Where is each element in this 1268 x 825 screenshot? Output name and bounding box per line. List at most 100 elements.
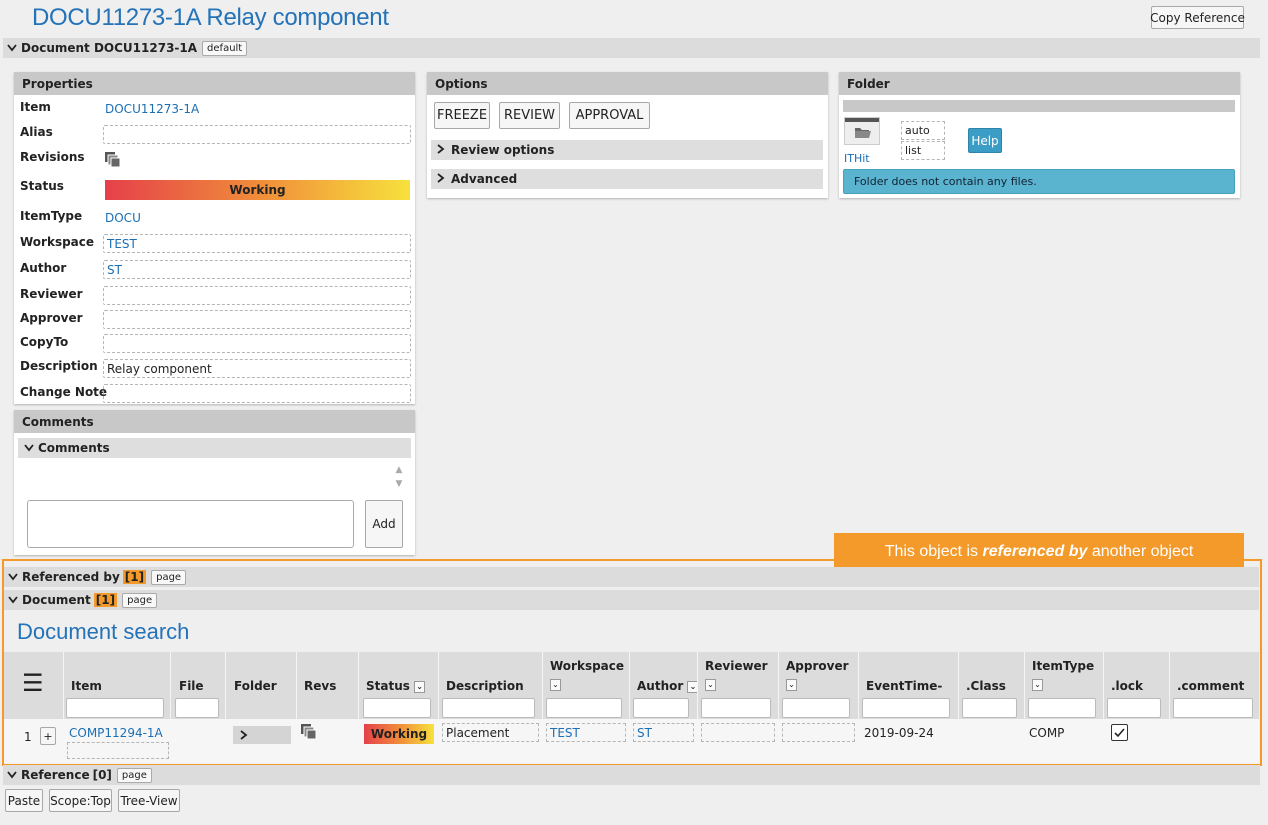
search-table-header: ☰ Item File Folder Revs Status ⌄ Descrip…	[4, 652, 1259, 719]
col-class[interactable]: .Class	[966, 679, 1006, 693]
referenced-by-count: [1]	[122, 570, 147, 584]
dropdown-icon[interactable]: ⌄	[550, 679, 561, 691]
folder-title: Folder	[839, 72, 1240, 95]
copyto-field[interactable]	[103, 334, 411, 353]
status-bar[interactable]: Working	[105, 180, 410, 200]
row-workspace-field[interactable]: TEST	[546, 723, 626, 742]
filter-lock[interactable]	[1107, 698, 1161, 718]
col-approver[interactable]: Approver	[786, 659, 849, 673]
row-description-field[interactable]: Placement	[442, 723, 539, 742]
document-section-bar[interactable]: Document DOCU11273-1A default	[3, 38, 1260, 58]
add-comment-button[interactable]: Add	[365, 500, 403, 548]
filter-author[interactable]	[633, 698, 689, 718]
filter-workspace[interactable]	[546, 698, 622, 718]
col-author-label: Author	[637, 679, 684, 693]
comments-sub-bar[interactable]: Comments	[18, 438, 411, 458]
document-ref-bar[interactable]: Document [1] page	[4, 590, 1259, 610]
referenced-by-bar[interactable]: Referenced by [1] page	[4, 567, 1259, 587]
dropdown-icon[interactable]: ⌄	[786, 679, 797, 691]
col-eventtime[interactable]: EventTime-	[866, 679, 942, 693]
reviewer-field[interactable]	[103, 286, 411, 305]
filter-status[interactable]	[363, 698, 431, 718]
row-item-alias-field[interactable]	[67, 742, 169, 759]
copy-reference-button[interactable]: Copy Reference	[1150, 6, 1245, 29]
filter-file[interactable]	[175, 698, 219, 718]
filter-eventtime[interactable]	[862, 698, 950, 718]
col-comment[interactable]: .comment	[1177, 679, 1244, 693]
folder-icon[interactable]	[844, 117, 880, 145]
row-lock-checkbox[interactable]	[1111, 724, 1128, 741]
item-link[interactable]: DOCU11273-1A	[105, 102, 199, 116]
view-auto-option[interactable]: auto	[901, 121, 945, 140]
col-revs[interactable]: Revs	[304, 679, 336, 693]
reference-bar[interactable]: Reference [0] page	[3, 765, 1260, 785]
filter-comment[interactable]	[1173, 698, 1253, 718]
itemtype-link[interactable]: DOCU	[105, 211, 141, 225]
col-reviewer[interactable]: Reviewer	[705, 659, 768, 673]
row-folder-button[interactable]	[233, 726, 291, 744]
scope-top-button[interactable]: Scope:Top	[49, 789, 112, 812]
referenced-by-page-tag[interactable]: page	[151, 569, 187, 585]
col-lock[interactable]: .lock	[1111, 679, 1143, 693]
options-title: Options	[427, 72, 828, 95]
table-row[interactable]: 1 + COMP11294-1A Working Placement TEST …	[4, 719, 1259, 763]
review-button[interactable]: REVIEW	[499, 102, 560, 129]
prop-label-alias: Alias	[20, 125, 53, 139]
row-item-link[interactable]: COMP11294-1A	[69, 726, 163, 740]
col-file[interactable]: File	[179, 679, 204, 693]
comments-scrollbar[interactable]: ▲ ▼	[392, 463, 406, 495]
approver-field[interactable]	[103, 310, 411, 329]
workspace-field[interactable]: TEST	[103, 234, 411, 253]
col-workspace[interactable]: Workspace	[550, 659, 624, 673]
reference-page-tag[interactable]: page	[116, 767, 152, 783]
paste-button[interactable]: Paste	[5, 789, 43, 812]
row-reviewer-field[interactable]	[701, 723, 775, 742]
filter-itemtype[interactable]	[1028, 698, 1096, 718]
col-item[interactable]: Item	[71, 679, 102, 693]
tree-view-button[interactable]: Tree-View	[118, 789, 180, 812]
chevron-down-icon	[7, 41, 21, 55]
folder-help-button[interactable]: Help	[968, 128, 1002, 153]
row-status-badge[interactable]: Working	[364, 724, 434, 744]
col-status[interactable]: Status ⌄	[366, 679, 426, 693]
advanced-bar[interactable]: Advanced	[431, 169, 823, 189]
dropdown-icon[interactable]: ⌄	[1032, 679, 1043, 691]
filter-item[interactable]	[66, 698, 164, 718]
comment-textarea[interactable]	[27, 500, 354, 548]
prop-label-description: Description	[20, 359, 98, 373]
prop-label-approver: Approver	[20, 311, 83, 325]
chevron-down-icon	[7, 768, 21, 782]
description-field[interactable]: Relay component	[103, 359, 411, 378]
folder-name-link[interactable]: ITHit	[844, 152, 870, 165]
document-section-tag[interactable]: default	[202, 40, 248, 56]
revisions-icon[interactable]	[105, 152, 121, 171]
col-itemtype[interactable]: ItemType	[1032, 659, 1094, 673]
chevron-down-icon	[8, 593, 22, 607]
scroll-down-icon[interactable]: ▼	[392, 477, 406, 491]
row-expand-button[interactable]: +	[40, 727, 56, 745]
dropdown-icon[interactable]: ⌄	[414, 680, 426, 693]
review-options-bar[interactable]: Review options	[431, 140, 823, 160]
author-field[interactable]: ST	[103, 260, 411, 279]
filter-approver[interactable]	[782, 698, 850, 718]
dropdown-icon[interactable]: ⌄	[705, 679, 716, 691]
row-approver-field[interactable]	[782, 723, 855, 742]
col-description[interactable]: Description	[446, 679, 524, 693]
row-revisions-icon[interactable]	[301, 724, 317, 743]
alias-field[interactable]	[103, 125, 411, 144]
col-author[interactable]: Author ⌄	[637, 679, 699, 693]
document-ref-page-tag[interactable]: page	[122, 592, 158, 608]
options-panel: Options FREEZE REVIEW APPROVAL Review op…	[427, 72, 828, 198]
view-list-option[interactable]: list	[901, 141, 945, 160]
freeze-button[interactable]: FREEZE	[434, 102, 490, 129]
approval-button[interactable]: APPROVAL	[569, 102, 650, 129]
comments-panel: Comments Comments ▲ ▼ Add	[14, 410, 415, 555]
scroll-up-icon[interactable]: ▲	[392, 463, 406, 477]
change-note-field[interactable]	[103, 384, 411, 403]
row-author-field[interactable]: ST	[633, 723, 694, 742]
col-folder[interactable]: Folder	[234, 679, 277, 693]
filter-description[interactable]	[442, 698, 535, 718]
filter-class[interactable]	[962, 698, 1017, 718]
filter-reviewer[interactable]	[701, 698, 771, 718]
column-menu-icon[interactable]: ☰	[22, 671, 44, 695]
